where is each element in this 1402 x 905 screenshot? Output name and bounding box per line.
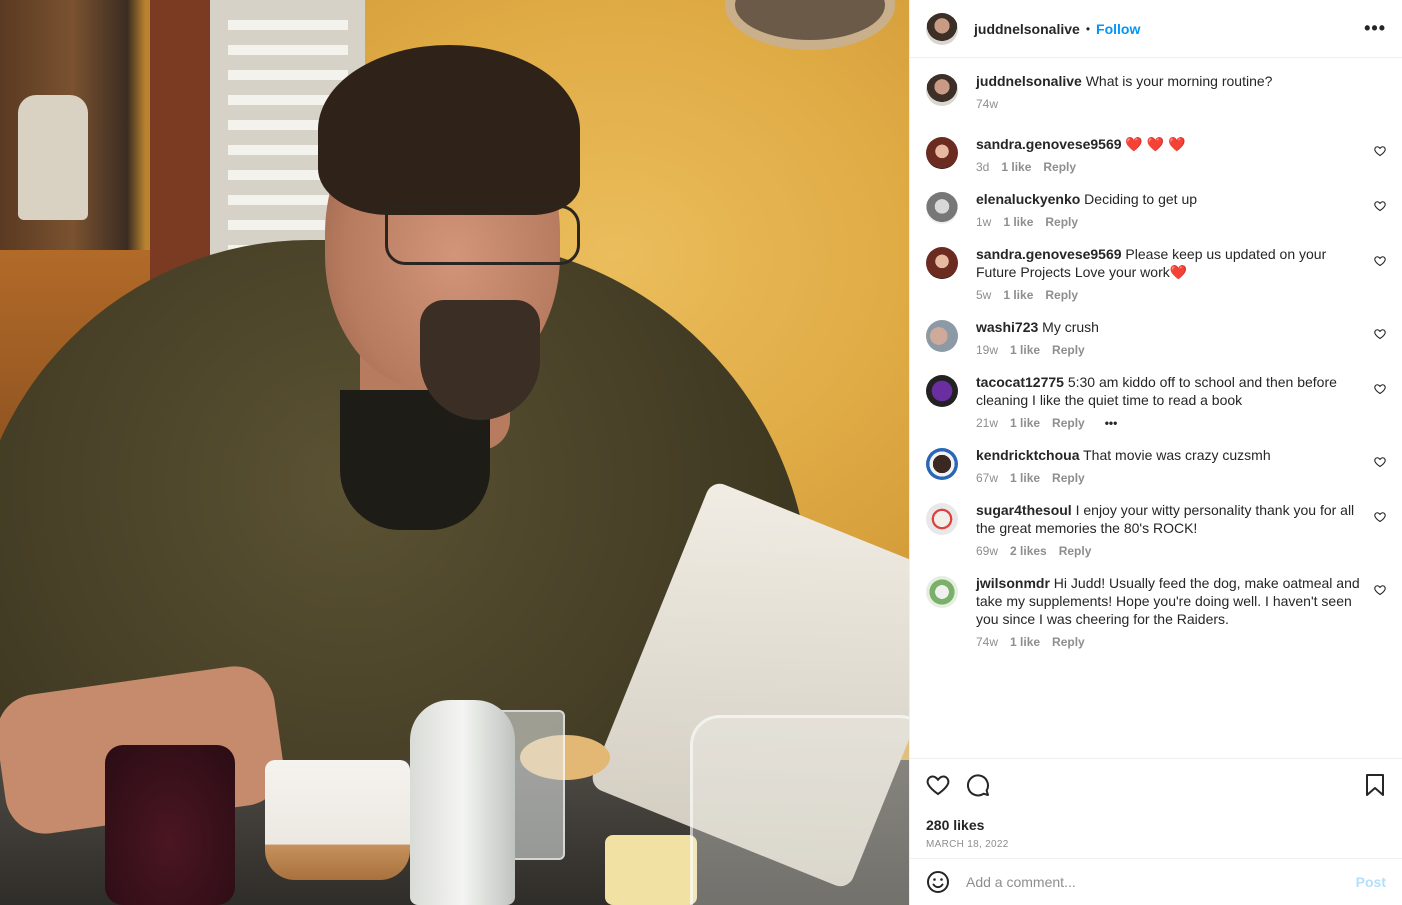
list-item: sugar4thesoul I enjoy your witty persona… [926, 501, 1386, 558]
list-item: elenaluckyenko Deciding to get up 1w 1 l… [926, 190, 1386, 229]
caption-text: What is your morning routine? [1085, 73, 1273, 89]
avatar[interactable] [926, 74, 958, 106]
reply-button[interactable]: Reply [1043, 160, 1076, 174]
comment-time[interactable]: 67w [976, 471, 998, 485]
reply-button[interactable]: Reply [1052, 635, 1085, 649]
comment-text: Deciding to get up [1084, 191, 1198, 207]
comment-likes[interactable]: 1 like [1010, 471, 1040, 485]
small-heart-icon[interactable] [1374, 200, 1386, 215]
reply-button[interactable]: Reply [1052, 416, 1085, 430]
avatar[interactable] [926, 247, 958, 279]
photo-vase [18, 95, 88, 220]
comment-time[interactable]: 74w [976, 635, 998, 649]
comment-username[interactable]: tacocat12775 [976, 374, 1064, 390]
avatar[interactable] [926, 576, 958, 608]
comment-username[interactable]: sugar4thesoul [976, 502, 1072, 518]
add-comment-bar: Add a comment... Post [910, 858, 1402, 905]
comment-likes[interactable]: 1 like [1003, 288, 1033, 302]
comment-username[interactable]: jwilsonmdr [976, 575, 1050, 591]
comment-likes[interactable]: 1 like [1003, 215, 1033, 229]
photo-butter [605, 835, 697, 905]
more-options-icon[interactable]: ••• [1364, 18, 1386, 39]
photo-coffee-cup [265, 760, 410, 880]
comment-emoji: ❤️ [1169, 264, 1188, 280]
follow-button[interactable]: Follow [1096, 21, 1140, 37]
likes-count[interactable]: 280 likes [926, 817, 1386, 833]
comment-options-icon[interactable]: ••• [1105, 416, 1118, 430]
caption-time[interactable]: 74w [976, 97, 998, 111]
photo-pepper-shaker [410, 700, 515, 905]
list-item: kendricktchoua That movie was crazy cuzs… [926, 446, 1386, 485]
heart-icon[interactable] [926, 773, 950, 800]
comment-likes[interactable]: 2 likes [1010, 544, 1047, 558]
comment-time[interactable]: 1w [976, 215, 991, 229]
comment-text: That movie was crazy cuzsmh [1083, 447, 1271, 463]
comment-username[interactable]: kendricktchoua [976, 447, 1079, 463]
small-heart-icon[interactable] [1374, 328, 1386, 343]
separator-dot: • [1085, 21, 1091, 36]
post-photo[interactable] [0, 0, 909, 905]
small-heart-icon[interactable] [1374, 383, 1386, 398]
post-date[interactable]: MARCH 18, 2022 [926, 839, 1386, 850]
comment-username[interactable]: sandra.genovese9569 [976, 246, 1122, 262]
list-item: jwilsonmdr Hi Judd! Usually feed the dog… [926, 574, 1386, 649]
photo-hair [318, 45, 580, 215]
reply-button[interactable]: Reply [1059, 544, 1092, 558]
emoji-icon[interactable] [926, 870, 950, 894]
comment-username[interactable]: elenaluckyenko [976, 191, 1080, 207]
photo-jam-jar [105, 745, 235, 905]
reply-button[interactable]: Reply [1045, 288, 1078, 302]
bookmark-icon[interactable] [1364, 773, 1386, 800]
comment-username[interactable]: sandra.genovese9569 [976, 136, 1122, 152]
comment-time[interactable]: 3d [976, 160, 989, 174]
avatar[interactable] [926, 12, 958, 45]
reply-button[interactable]: Reply [1052, 343, 1085, 357]
list-item: tacocat12775 5:30 am kiddo off to school… [926, 373, 1386, 430]
post-modal: juddnelsonalive • Follow ••• juddnelsona… [0, 0, 1402, 905]
comment-likes[interactable]: 1 like [1001, 160, 1031, 174]
avatar[interactable] [926, 375, 958, 407]
post-header: juddnelsonalive • Follow ••• [910, 0, 1402, 58]
action-icons [926, 773, 1386, 799]
avatar[interactable] [926, 137, 958, 169]
caption: juddnelsonalive What is your morning rou… [926, 72, 1386, 111]
post-comment-button[interactable]: Post [1356, 874, 1386, 890]
small-heart-icon[interactable] [1374, 456, 1386, 471]
small-heart-icon[interactable] [1374, 255, 1386, 270]
comment-time[interactable]: 19w [976, 343, 998, 357]
photo-glasses [385, 205, 580, 265]
comment-icon[interactable] [966, 773, 990, 800]
avatar[interactable] [926, 503, 958, 535]
comment-likes[interactable]: 1 like [1010, 416, 1040, 430]
small-heart-icon[interactable] [1374, 145, 1386, 160]
post-actions: 280 likes MARCH 18, 2022 [910, 758, 1402, 858]
post-author-username[interactable]: juddnelsonalive [974, 21, 1080, 37]
small-heart-icon[interactable] [1374, 511, 1386, 526]
list-item: sandra.genovese9569 Please keep us updat… [926, 245, 1386, 302]
photo-beard [420, 300, 540, 420]
small-heart-icon[interactable] [1374, 584, 1386, 599]
comment-emoji: ❤️ ❤️ ❤️ [1125, 136, 1186, 152]
comment-time[interactable]: 5w [976, 288, 991, 302]
comment-username[interactable]: washi723 [976, 319, 1038, 335]
avatar[interactable] [926, 192, 958, 224]
post-side-panel: juddnelsonalive • Follow ••• juddnelsona… [909, 0, 1402, 905]
photo-juice-pitcher [690, 715, 909, 905]
comment-likes[interactable]: 1 like [1010, 343, 1040, 357]
caption-username[interactable]: juddnelsonalive [976, 73, 1082, 89]
comment-likes[interactable]: 1 like [1010, 635, 1040, 649]
comments-list[interactable]: juddnelsonalive What is your morning rou… [910, 58, 1402, 758]
comment-text: My crush [1042, 319, 1099, 335]
reply-button[interactable]: Reply [1045, 215, 1078, 229]
avatar[interactable] [926, 448, 958, 480]
comment-input[interactable]: Add a comment... [966, 874, 1356, 890]
avatar[interactable] [926, 320, 958, 352]
list-item: washi723 My crush 19w 1 like Reply [926, 318, 1386, 357]
comment-time[interactable]: 69w [976, 544, 998, 558]
reply-button[interactable]: Reply [1052, 471, 1085, 485]
list-item: sandra.genovese9569 ❤️ ❤️ ❤️ 3d 1 like R… [926, 135, 1386, 174]
comment-time[interactable]: 21w [976, 416, 998, 430]
